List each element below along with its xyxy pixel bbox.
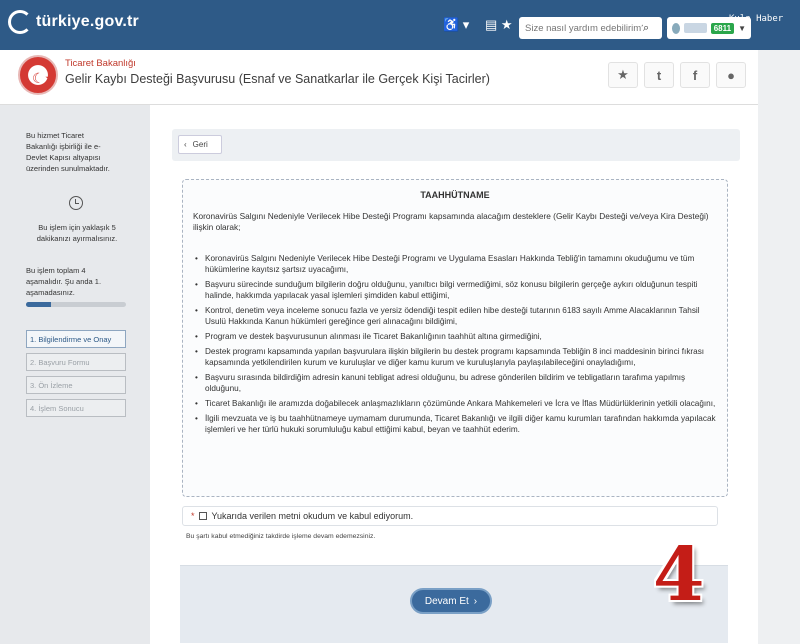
step-4: 4. İşlem Sonucu xyxy=(26,399,126,417)
clock-icon xyxy=(69,196,83,210)
search-input[interactable] xyxy=(525,22,643,34)
pledge-intro: Koronavirüs Salgını Nedeniyle Verilecek … xyxy=(193,211,709,232)
pledge-list: Koronavirüs Salgını Nedeniyle Verilecek … xyxy=(193,254,718,440)
pledge-item: Koronavirüs Salgını Nedeniyle Verilecek … xyxy=(193,254,718,276)
agree-label: Yukarıda verilen metni okudum ve kabul e… xyxy=(211,511,414,521)
agree-checkbox[interactable] xyxy=(198,512,207,520)
step-1[interactable]: 1. Bilgilendirme ve Onay xyxy=(26,330,126,348)
step-2: 2. Başvuru Formu xyxy=(26,353,126,371)
stage-note: Bu işlem toplam 4 aşamalıdır. Şu anda 1.… xyxy=(26,265,101,298)
pledge-box: TAAHHÜTNAME Koronavirüs Salgını Nedeniyl… xyxy=(182,179,728,497)
watermark-text: Kula Haber xyxy=(729,14,784,24)
pledge-item: Kontrol, denetim veya inceleme sonucu fa… xyxy=(193,306,718,328)
turkiye-gov-logo[interactable]: türkiye.gov.tr xyxy=(8,10,139,34)
time-note-line: Bu işlem için yaklaşık 5 xyxy=(38,223,116,232)
speech-bubble-icon: ● xyxy=(727,67,735,83)
agree-checkbox-row[interactable]: * Yukarıda verilen metni okudum ve kabul… xyxy=(182,506,718,526)
favorite-button[interactable]: ★ xyxy=(608,62,638,88)
time-note: Bu işlem için yaklaşık 5 dakikanızı ayır… xyxy=(36,222,118,244)
comment-button[interactable]: ● xyxy=(716,62,746,88)
pledge-item: Destek programı kapsamında yapılan başvu… xyxy=(193,347,718,369)
star-icon: ★ xyxy=(617,67,629,82)
step-label: 1. Bilgilendirme ve Onay xyxy=(30,335,112,344)
stage-note-line: Bu işlem toplam 4 xyxy=(26,266,86,275)
progress-fill xyxy=(26,302,51,307)
chevron-left-icon: ‹ xyxy=(184,140,187,149)
service-header: ☾★ Ticaret Bakanlığı Gelir Kaybı Desteği… xyxy=(0,50,760,105)
agreement-warning: Bu şartı kabul etmediğiniz takdirde işle… xyxy=(186,533,376,540)
progress-bar xyxy=(26,302,126,307)
back-button[interactable]: ‹ Geri xyxy=(178,135,222,154)
sidebar: Bu hizmet Ticaret Bakanlığı işbirliği il… xyxy=(0,105,150,644)
pledge-item: İlgili mevzuata ve iş bu taahhütnameye u… xyxy=(193,414,718,436)
pledge-title: TAAHHÜTNAME xyxy=(420,190,490,200)
stage-note-line: aşamalıdır. Şu anda 1. xyxy=(26,277,102,286)
action-panel: Devam Et › xyxy=(180,565,728,643)
facebook-icon: f xyxy=(692,67,698,83)
top-navigation-bar: türkiye.gov.tr ♿ ▾ ▤ ★ ⌕ 6811 ▼ Kula Hab… xyxy=(0,0,800,50)
twitter-icon: t xyxy=(656,67,662,83)
stage-note-line: aşamadasınız. xyxy=(26,288,75,297)
chevron-down-icon: ▼ xyxy=(738,23,746,33)
step-label: 2. Başvuru Formu xyxy=(30,358,90,367)
provider-note-line: Devlet Kapısı altyapısı xyxy=(26,153,101,162)
right-gutter xyxy=(758,50,800,644)
step-3: 3. Ön İzleme xyxy=(26,376,126,394)
pledge-item: Ticaret Bakanlığı ile aramızda doğabilec… xyxy=(193,399,718,410)
search-box: ⌕ xyxy=(519,17,662,39)
user-name-redacted xyxy=(684,23,707,33)
required-marker: * xyxy=(191,511,195,521)
department-name: Ticaret Bakanlığı xyxy=(65,58,136,69)
pledge-item: Program ve destek başvurusunun alınması … xyxy=(193,332,718,343)
page-title: Gelir Kaybı Desteği Başvurusu (Esnaf ve … xyxy=(65,72,490,86)
provider-note-line: Bu hizmet Ticaret xyxy=(26,131,84,140)
logo-emblem-icon xyxy=(8,10,32,34)
back-bar: ‹ Geri xyxy=(172,129,740,161)
provider-note: Bu hizmet Ticaret Bakanlığı işbirliği il… xyxy=(26,130,110,174)
step-number-overlay: 4 xyxy=(653,532,705,618)
search-icon[interactable]: ⌕ xyxy=(643,22,649,35)
continue-button[interactable]: Devam Et › xyxy=(410,588,492,614)
provider-note-line: üzerinden sunulmaktadır. xyxy=(26,164,110,173)
accessibility-icon[interactable]: ♿ ▾ xyxy=(443,17,469,33)
pledge-item: Başvuru sırasında bildirdiğim adresin ka… xyxy=(193,373,718,395)
continue-button-label: Devam Et xyxy=(424,595,469,607)
card-star-icon[interactable]: ▤ ★ xyxy=(485,17,513,33)
back-button-label: Geri xyxy=(192,140,208,149)
pledge-item: Başvuru sürecinde sunduğum bilgilerin do… xyxy=(193,280,718,302)
time-note-line: dakikanızı ayırmalısınız. xyxy=(36,234,118,243)
provider-note-line: Bakanlığı işbirliği ile e- xyxy=(26,142,101,151)
facebook-share-button[interactable]: f xyxy=(680,62,710,88)
crescent-star-icon: ☾★ xyxy=(32,70,58,86)
step-label: 3. Ön İzleme xyxy=(30,381,73,390)
twitter-share-button[interactable]: t xyxy=(644,62,674,88)
chevron-right-icon: › xyxy=(473,595,478,607)
user-badge: 6811 xyxy=(710,22,735,34)
logo-text: türkiye.gov.tr xyxy=(36,13,139,30)
step-label: 4. İşlem Sonucu xyxy=(30,404,84,413)
user-icon xyxy=(672,22,681,34)
